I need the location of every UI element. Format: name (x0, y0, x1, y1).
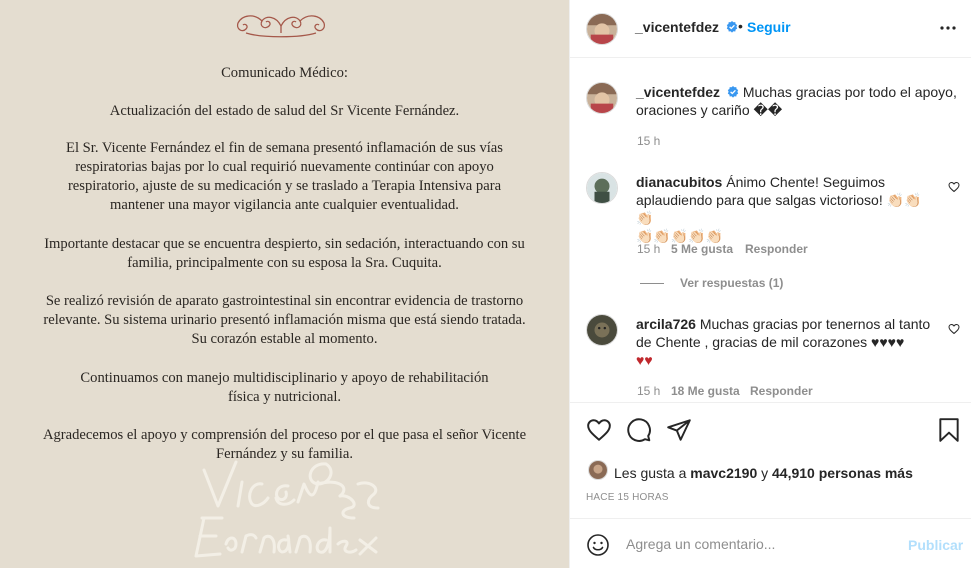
comment-text: arcila726 Muchas gracias por tenernos al… (636, 315, 936, 369)
comment-time: 15 h (637, 384, 661, 398)
letter-paragraph-2: Importante destacar que se encuentra des… (44, 236, 525, 271)
header-username-row: _vicentefdez (635, 19, 738, 35)
verified-badge-icon (726, 21, 738, 33)
caption-text: _vicentefdez Muchas gracias por todo el … (636, 83, 966, 119)
caption-avatar[interactable] (586, 82, 618, 114)
comment-like-heart-icon[interactable] (948, 181, 960, 193)
ornament-flourish (236, 15, 326, 38)
comment-line: Muchas gracias por tenernos al tanto (699, 316, 931, 332)
bookmark-icon[interactable] (936, 417, 962, 443)
comment-text: dianacubitos Ánimo Chente! Seguimos apla… (636, 173, 936, 245)
comment-line: aplaudiendo para que salgas victorioso! … (636, 192, 922, 226)
share-icon[interactable] (666, 417, 692, 443)
letter-paragraph-4: Continuamos con manejo multidisciplinari… (80, 370, 489, 405)
comment-line: Ánimo Chente! Seguimos (726, 174, 886, 190)
letter-subtitle: Actualización del estado de salud del Sr… (109, 103, 460, 119)
comment-avatar[interactable] (586, 314, 618, 346)
comment-line: de Chente , gracias de mil corazones ♥♥♥… (636, 334, 905, 350)
letter-paragraph-1: El Sr. Vicente Fernández el fin de seman… (66, 140, 503, 213)
reply-divider (640, 283, 664, 284)
verified-badge-icon (727, 86, 739, 98)
comment-avatar[interactable] (586, 172, 618, 204)
publish-button[interactable]: Publicar (908, 537, 963, 553)
comment-username[interactable]: arcila726 (636, 316, 696, 332)
heart-icon[interactable] (586, 417, 612, 443)
post-image: Comunicado Médico: Actualización del est… (0, 0, 569, 568)
caption-username[interactable]: _vicentefdez (636, 84, 720, 100)
header-username[interactable]: _vicentefdez (635, 19, 719, 35)
more-horizontal-icon[interactable] (938, 18, 958, 38)
post-sidebar: _vicentefdez • Seguir _vicentefdez Mucha… (569, 0, 971, 568)
post-time-ago: HACE 15 HORAS (586, 492, 669, 503)
likes-user[interactable]: mavc2190 (690, 465, 757, 481)
avatar-photo (587, 315, 617, 345)
comment-likes[interactable]: 18 Me gusta (671, 384, 740, 398)
likes-conjunction: y (761, 465, 769, 481)
comment-time: 15 h (637, 242, 661, 256)
comment-line: ♥♥ (636, 352, 653, 368)
avatar-photo (587, 173, 617, 203)
avatar-photo (587, 83, 617, 113)
emoji-icon[interactable] (586, 533, 610, 557)
see-replies-button[interactable]: Ver respuestas (1) (680, 276, 783, 290)
add-comment-bar: Publicar (570, 518, 971, 568)
separator-dot: • (738, 18, 743, 34)
comment-input[interactable] (626, 533, 896, 555)
avatar-photo (587, 14, 617, 44)
likes-count[interactable]: 44,910 personas más (772, 465, 913, 481)
signature-watermark (194, 460, 380, 558)
reply-button[interactable]: Responder (745, 242, 808, 256)
liker-avatar[interactable] (588, 460, 608, 480)
letter-paragraph-3: Se realizó revisión de aparato gastroint… (43, 293, 526, 347)
post-header: _vicentefdez • Seguir (570, 0, 971, 58)
comment-icon[interactable] (626, 417, 652, 443)
likes-summary: Les gusta a mavc2190 y 44,910 personas m… (614, 465, 913, 481)
comment-like-heart-icon[interactable] (948, 323, 960, 335)
caption-time: 15 h (637, 134, 661, 148)
letter-title: Comunicado Médico: (221, 65, 348, 81)
header-avatar[interactable] (586, 13, 618, 45)
avatar-photo (589, 461, 607, 479)
caption-line-2: oraciones y cariño �� (636, 102, 783, 118)
post-actions: Les gusta a mavc2190 y 44,910 personas m… (570, 402, 971, 518)
comment-username[interactable]: dianacubitos (636, 174, 722, 190)
caption-line-1: Muchas gracias por todo el apoyo, (742, 84, 957, 100)
follow-button[interactable]: Seguir (747, 19, 791, 35)
comment-likes[interactable]: 5 Me gusta (671, 242, 733, 256)
reply-button[interactable]: Responder (750, 384, 813, 398)
likes-prefix: Les gusta a (614, 465, 687, 481)
